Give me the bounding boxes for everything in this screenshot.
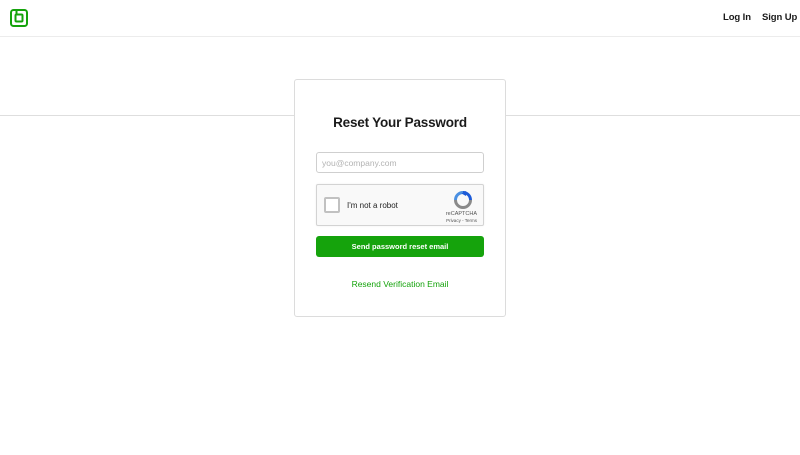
login-link[interactable]: Log In xyxy=(723,12,751,23)
email-field[interactable] xyxy=(316,152,484,173)
recaptcha-terms-link[interactable]: Terms xyxy=(465,218,477,223)
recaptcha-privacy-link[interactable]: Privacy xyxy=(446,218,461,223)
send-reset-email-button[interactable]: Send password reset email xyxy=(316,236,484,257)
top-navigation-bar: Log In Sign Up xyxy=(0,0,800,37)
recaptcha-links: Privacy - Terms xyxy=(446,218,477,223)
page-title: Reset Your Password xyxy=(333,115,467,130)
resend-verification-link[interactable]: Resend Verification Email xyxy=(295,279,505,289)
recaptcha-label: I'm not a robot xyxy=(347,201,398,210)
brand-logo-icon[interactable] xyxy=(10,9,28,27)
reset-password-card: Reset Your Password I'm not a robot reCA… xyxy=(294,79,506,317)
recaptcha-brand: reCAPTCHA xyxy=(445,211,477,217)
recaptcha-widget: I'm not a robot reCAPTCHA Privacy - Term… xyxy=(316,184,484,226)
signup-link[interactable]: Sign Up xyxy=(762,12,797,23)
recaptcha-logo-icon xyxy=(454,191,472,209)
recaptcha-checkbox[interactable] xyxy=(324,197,340,213)
